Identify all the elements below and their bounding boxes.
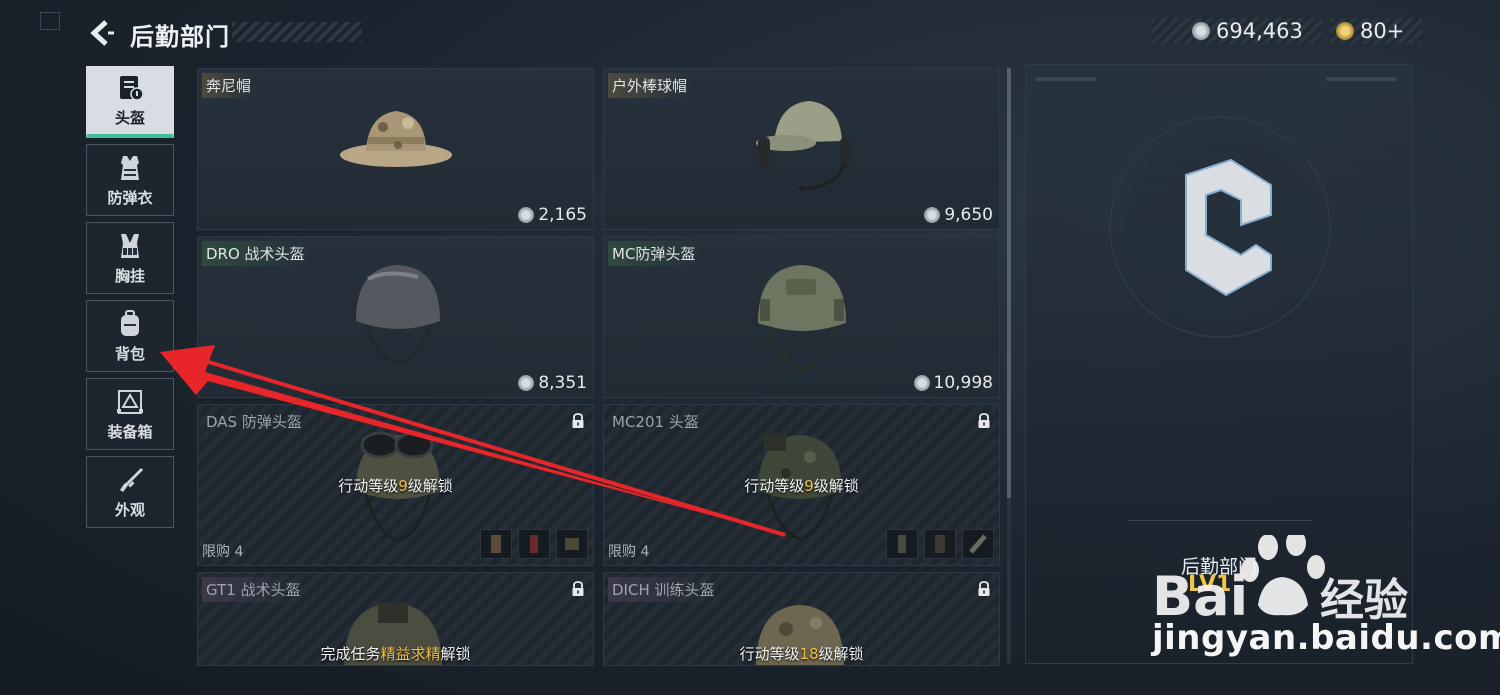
unlock-text-pre: 行动等级 <box>739 645 800 663</box>
item-card[interactable]: DRO 战术头盔 8,351 <box>197 236 594 398</box>
item-price-value: 2,165 <box>538 205 587 225</box>
item-name: DICH 训练头盔 <box>608 577 719 602</box>
item-name: DAS 防弹头盔 <box>206 413 302 431</box>
unlock-text-post: 级解锁 <box>818 645 864 663</box>
coin-icon <box>518 207 535 223</box>
preview-thumb[interactable] <box>518 529 550 559</box>
unlock-requirement: 行动等级9级解锁 <box>604 475 999 496</box>
preview-thumb[interactable] <box>924 529 956 559</box>
lock-icon <box>978 581 990 596</box>
coin-icon <box>518 375 535 391</box>
accessory-icon <box>898 535 906 553</box>
coin-icon <box>924 207 941 223</box>
unlock-text-pre: 完成任务 <box>320 645 381 663</box>
unlock-text-highlight: 18 <box>799 645 819 663</box>
sidebar-item-vest[interactable]: 防弹衣 <box>86 144 174 216</box>
bucket-hat-image <box>340 111 452 167</box>
unlock-text-highlight: 9 <box>804 477 814 495</box>
lock-icon <box>978 413 990 428</box>
item-price-value: 8,351 <box>538 373 587 393</box>
purchase-limit: 限购 4 <box>202 544 244 560</box>
unlock-text-post: 级解锁 <box>407 477 453 495</box>
item-card[interactable]: 户外棒球帽 9,650 <box>603 68 1000 230</box>
item-name: MC201 头盔 <box>612 413 699 431</box>
item-card-locked[interactable]: GT1 战术头盔 完成任务精益求精解锁 <box>197 572 594 666</box>
panel-divider <box>1128 520 1312 521</box>
preview-thumb[interactable] <box>886 529 918 559</box>
back-button[interactable] <box>86 18 116 48</box>
sidebar-item-equipment-box[interactable]: 装备箱 <box>86 378 174 450</box>
item-name: 户外棒球帽 <box>608 73 692 98</box>
mc-helmet-image <box>758 265 846 371</box>
sidebar-item-label: 外观 <box>114 500 145 519</box>
unlock-text-post: 级解锁 <box>813 477 859 495</box>
item-price: 9,650 <box>924 205 993 225</box>
item-price-value: 9,650 <box>944 205 993 225</box>
item-card-locked[interactable]: DICH 训练头盔 行动等级18级解锁 <box>603 572 1000 666</box>
item-name: 奔尼帽 <box>202 73 256 98</box>
item-name: MC防弹头盔 <box>608 241 700 266</box>
baseball-cap-image <box>756 101 852 192</box>
sidebar-item-label: 背包 <box>114 344 145 363</box>
coin-icon <box>913 375 930 391</box>
unlock-requirement: 行动等级18级解锁 <box>604 643 999 664</box>
vest-icon <box>121 155 139 180</box>
sidebar-item-label: 胸挂 <box>114 266 145 285</box>
corner-marker <box>40 12 60 30</box>
item-card-locked[interactable]: MC201 头盔 行动等级9级解锁 限购 4 <box>603 404 1000 566</box>
gold-coin-icon <box>1336 22 1354 40</box>
accessory-icon <box>530 535 538 553</box>
currency-secondary[interactable]: 80+ <box>1330 18 1422 44</box>
lock-icon <box>572 413 584 428</box>
unlock-text-post: 解锁 <box>440 645 471 663</box>
scrollbar-thumb[interactable] <box>1007 68 1011 498</box>
item-name: DRO 战术头盔 <box>202 241 309 266</box>
dro-helmet-image <box>356 265 440 365</box>
rifle-icon <box>120 467 143 492</box>
sidebar-item-chest-rig[interactable]: 胸挂 <box>86 222 174 294</box>
unlock-text-highlight: 精益求精 <box>380 645 441 663</box>
unlock-text-highlight: 9 <box>398 477 408 495</box>
sidebar-item-helmet[interactable]: 头盔 <box>86 66 174 138</box>
preview-thumb[interactable] <box>556 529 588 559</box>
title-stripe <box>232 22 362 42</box>
sidebar-item-label: 防弹衣 <box>107 188 153 207</box>
watermark-url: jingyan.baidu.com <box>1152 618 1500 658</box>
preview-thumb[interactable] <box>480 529 512 559</box>
sidebar-item-label: 装备箱 <box>107 422 153 441</box>
coin-icon <box>1192 22 1210 40</box>
lock-icon <box>572 581 584 596</box>
chevron-left-icon <box>90 20 114 46</box>
chest-rig-icon <box>121 233 139 258</box>
backpack-icon <box>121 309 139 336</box>
currency-main: 694,463 <box>1152 18 1322 44</box>
accessory-icon <box>491 535 501 553</box>
item-card-locked[interactable]: DAS 防弹头盔 行动等级9级解锁 限购 4 <box>197 404 594 566</box>
currency-secondary-value: 80+ <box>1360 19 1405 43</box>
helmet-icon <box>120 76 144 101</box>
equipment-box-icon <box>117 389 143 414</box>
sidebar-item-label: 头盔 <box>114 109 145 127</box>
item-price: 8,351 <box>518 373 587 393</box>
accessory-icon <box>935 535 945 553</box>
unlock-text-pre: 行动等级 <box>744 477 805 495</box>
item-name: GT1 战术头盔 <box>202 577 305 602</box>
preview-thumb[interactable] <box>962 529 994 559</box>
currency-main-value: 694,463 <box>1216 19 1303 43</box>
item-price-value: 10,998 <box>933 373 993 393</box>
item-price: 10,998 <box>913 373 993 393</box>
sidebar-item-appearance[interactable]: 外观 <box>86 456 174 528</box>
item-price: 2,165 <box>518 205 587 225</box>
sidebar-item-backpack[interactable]: 背包 <box>86 300 174 372</box>
purchase-limit: 限购 4 <box>608 544 650 560</box>
unlock-requirement: 完成任务精益求精解锁 <box>198 643 593 664</box>
accessory-icon <box>969 534 987 554</box>
unlock-requirement: 行动等级9级解锁 <box>198 475 593 496</box>
item-card[interactable]: 奔尼帽 2,165 <box>197 68 594 230</box>
item-card[interactable]: MC防弹头盔 10,998 <box>603 236 1000 398</box>
accessory-icon <box>565 538 579 550</box>
page-title: 后勤部门 <box>130 23 230 51</box>
unlock-text-pre: 行动等级 <box>338 477 399 495</box>
